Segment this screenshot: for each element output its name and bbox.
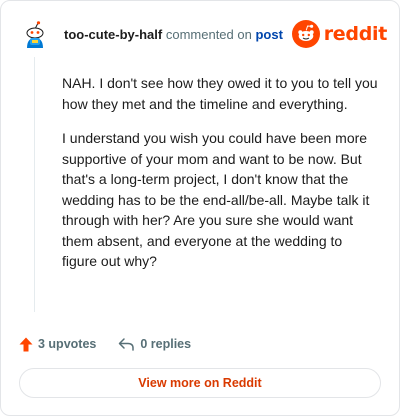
view-more-button[interactable]: View more on Reddit xyxy=(19,368,381,398)
reddit-snoo-logo xyxy=(291,20,320,48)
comment-paragraph: I understand you wish you could have bee… xyxy=(62,130,370,269)
comment-byline: too-cute-by-half commented on post xyxy=(64,27,283,43)
comment-paragraph: NAH. I don't see how they owed it to you… xyxy=(62,75,378,112)
reply-arrow-icon xyxy=(119,338,135,351)
upvote-arrow-icon xyxy=(19,337,33,351)
comment-header: too-cute-by-half commented on post reddi… xyxy=(21,15,387,53)
reddit-wordmark: reddit xyxy=(323,23,388,45)
reply-label: 0 replies xyxy=(140,337,192,351)
username-link[interactable]: too-cute-by-half xyxy=(64,27,162,42)
comment-body: NAH. I don't see how they owed it to you… xyxy=(62,73,378,286)
reddit-comment-embed-card: too-cute-by-half commented on post reddi… xyxy=(0,0,400,416)
snoo-avatar-icon[interactable] xyxy=(21,20,49,48)
comment-footer: 3 upvotes 0 replies xyxy=(19,334,191,354)
upvote-label: 3 upvotes xyxy=(38,337,97,351)
thread-line xyxy=(34,57,35,312)
comment-action-text: commented on xyxy=(165,27,252,42)
post-link[interactable]: post xyxy=(255,27,282,42)
reddit-brand[interactable]: reddit xyxy=(291,20,388,48)
upvote-count[interactable]: 3 upvotes xyxy=(19,337,96,352)
reply-count[interactable]: 0 replies xyxy=(118,337,191,351)
